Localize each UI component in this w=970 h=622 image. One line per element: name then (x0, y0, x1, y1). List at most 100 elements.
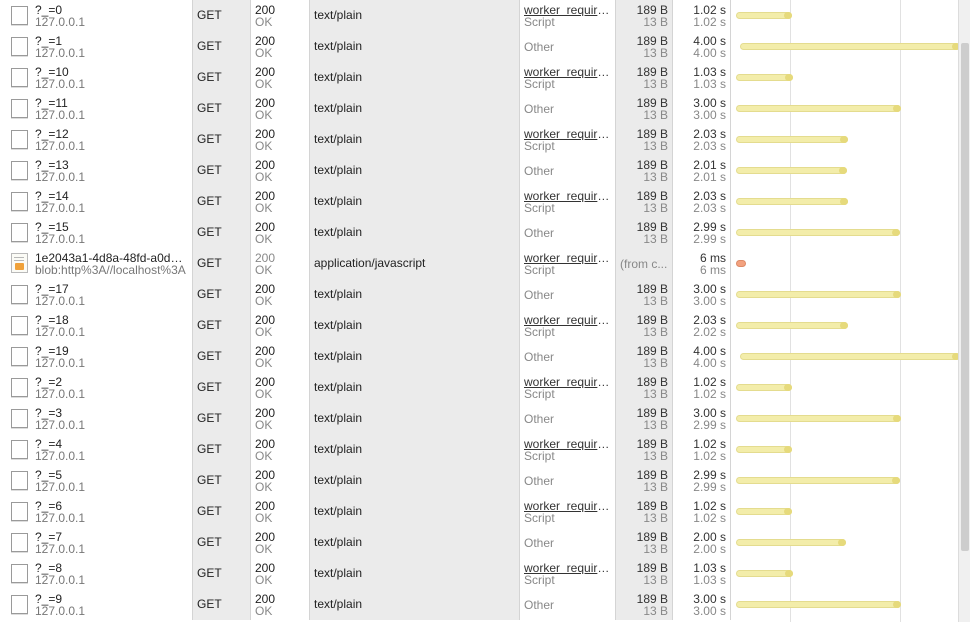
name-cell[interactable]: ?_=8 127.0.0.1 (0, 558, 192, 589)
table-row[interactable]: ?_=1 127.0.0.1 GET 200 OK text/plain Other 189 … (0, 31, 958, 62)
name-cell[interactable]: ?_=17 127.0.0.1 (0, 279, 192, 310)
status-cell: 200 OK (250, 310, 309, 341)
file-icon (11, 595, 28, 614)
timeline-bar-end (784, 446, 792, 453)
initiator-cell: Other (519, 217, 615, 248)
scrollbar-thumb[interactable] (961, 43, 969, 551)
status-text: OK (255, 15, 273, 29)
method-cell: GET (192, 62, 250, 93)
method-cell: GET (192, 186, 250, 217)
table-row[interactable]: ?_=18 127.0.0.1 GET 200 OK text/plain worker_r… (0, 310, 958, 341)
table-row[interactable]: ?_=0 127.0.0.1 GET 200 OK text/plain worker_re… (0, 0, 958, 31)
method-cell: GET (192, 31, 250, 62)
timeline-cell (730, 496, 958, 527)
table-row[interactable]: 1e2043a1-4d8a-48fd-a0de-... blob:http%3A/… (0, 248, 958, 279)
name-cell[interactable]: ?_=13 127.0.0.1 (0, 155, 192, 186)
content-size-value: 13 B (643, 77, 668, 91)
file-icon (11, 440, 28, 459)
name-cell[interactable]: 1e2043a1-4d8a-48fd-a0de-... blob:http%3A/… (0, 248, 192, 279)
table-row[interactable]: ?_=15 127.0.0.1 GET 200 OK text/plain Other 189… (0, 217, 958, 248)
initiator-type: Script (524, 449, 555, 463)
name-cell[interactable]: ?_=10 127.0.0.1 (0, 62, 192, 93)
file-icon (11, 37, 28, 56)
initiator-cell: worker_require... Script (519, 372, 615, 403)
timeline-cell (730, 155, 958, 186)
name-cell[interactable]: ?_=18 127.0.0.1 (0, 310, 192, 341)
table-row[interactable]: ?_=2 127.0.0.1 GET 200 OK text/plain worker_re… (0, 372, 958, 403)
size-cell: 189 B 13 B (615, 310, 672, 341)
table-row[interactable]: ?_=14 127.0.0.1 GET 200 OK text/plain worker_r… (0, 186, 958, 217)
table-row[interactable]: ?_=9 127.0.0.1 GET 200 OK text/plain Other 189 … (0, 589, 958, 620)
method-value: GET (197, 132, 222, 146)
time-cell: 1.02 s 1.02 s (672, 434, 730, 465)
request-domain: 127.0.0.1 (35, 202, 86, 215)
name-cell[interactable]: ?_=6 127.0.0.1 (0, 496, 192, 527)
name-cell[interactable]: ?_=11 127.0.0.1 (0, 93, 192, 124)
content-size-value: 13 B (643, 170, 668, 184)
type-cell: text/plain (309, 589, 519, 620)
table-row[interactable]: ?_=3 127.0.0.1 GET 200 OK text/plain Other 189 … (0, 403, 958, 434)
request-domain: 127.0.0.1 (35, 419, 86, 432)
table-row[interactable]: ?_=19 127.0.0.1 GET 200 OK text/plain Other 189… (0, 341, 958, 372)
table-row[interactable]: ?_=13 127.0.0.1 GET 200 OK text/plain Other 189… (0, 155, 958, 186)
method-cell: GET (192, 403, 250, 434)
size-cell: 189 B 13 B (615, 589, 672, 620)
content-size-value: 13 B (643, 294, 668, 308)
initiator-cell: worker_require... Script (519, 186, 615, 217)
request-domain: 127.0.0.1 (35, 326, 86, 339)
mime-type: text/plain (314, 442, 363, 456)
latency-value: 1.03 s (693, 77, 726, 91)
name-cell[interactable]: ?_=7 127.0.0.1 (0, 527, 192, 558)
timeline-bar (736, 229, 900, 236)
table-row[interactable]: ?_=5 127.0.0.1 GET 200 OK text/plain Other 189 … (0, 465, 958, 496)
type-cell: text/plain (309, 496, 519, 527)
table-row[interactable]: ?_=11 127.0.0.1 GET 200 OK text/plain Other 189… (0, 93, 958, 124)
file-icon (11, 564, 28, 583)
content-size-value: 13 B (643, 232, 668, 246)
name-cell[interactable]: ?_=5 127.0.0.1 (0, 465, 192, 496)
timeline-bar (736, 74, 793, 81)
name-cell[interactable]: ?_=12 127.0.0.1 (0, 124, 192, 155)
method-value: GET (197, 597, 222, 611)
time-cell: 2.99 s 2.99 s (672, 217, 730, 248)
method-value: GET (197, 256, 222, 270)
table-row[interactable]: ?_=4 127.0.0.1 GET 200 OK text/plain worker_re… (0, 434, 958, 465)
name-cell[interactable]: ?_=14 127.0.0.1 (0, 186, 192, 217)
type-cell: text/plain (309, 465, 519, 496)
table-row[interactable]: ?_=7 127.0.0.1 GET 200 OK text/plain Other 189 … (0, 527, 958, 558)
name-cell[interactable]: ?_=4 127.0.0.1 (0, 434, 192, 465)
name-cell[interactable]: ?_=9 127.0.0.1 (0, 589, 192, 620)
timeline-cell (730, 124, 958, 155)
timeline-cell (730, 403, 958, 434)
name-cell[interactable]: ?_=1 127.0.0.1 (0, 31, 192, 62)
name-cell[interactable]: ?_=0 127.0.0.1 (0, 0, 192, 31)
initiator-cell: worker_require... Script (519, 558, 615, 589)
time-cell: 1.02 s 1.02 s (672, 0, 730, 31)
content-size-value: 13 B (643, 387, 668, 401)
initiator-label: Other (524, 288, 555, 302)
timeline-bar (736, 539, 846, 546)
vertical-scrollbar[interactable] (958, 0, 970, 622)
table-row[interactable]: ?_=10 127.0.0.1 GET 200 OK text/plain worker_r… (0, 62, 958, 93)
initiator-cell: worker_require... Script (519, 496, 615, 527)
type-cell: text/plain (309, 124, 519, 155)
name-cell[interactable]: ?_=19 127.0.0.1 (0, 341, 192, 372)
latency-value: 6 ms (699, 263, 726, 277)
table-row[interactable]: ?_=12 127.0.0.1 GET 200 OK text/plain worker_r… (0, 124, 958, 155)
latency-value: 2.99 s (693, 232, 726, 246)
method-cell: GET (192, 155, 250, 186)
initiator-label: Other (524, 226, 555, 240)
table-row[interactable]: ?_=8 127.0.0.1 GET 200 OK text/plain worker_re… (0, 558, 958, 589)
table-row[interactable]: ?_=17 127.0.0.1 GET 200 OK text/plain Other 189… (0, 279, 958, 310)
timeline-cell (730, 31, 958, 62)
timeline-bar (736, 167, 847, 174)
type-cell: text/plain (309, 558, 519, 589)
js-file-icon (11, 253, 28, 273)
name-cell[interactable]: ?_=3 127.0.0.1 (0, 403, 192, 434)
timeline-bar (736, 415, 901, 422)
mime-type: text/plain (314, 380, 363, 394)
timeline-bar-end (892, 477, 900, 484)
name-cell[interactable]: ?_=15 127.0.0.1 (0, 217, 192, 248)
table-row[interactable]: ?_=6 127.0.0.1 GET 200 OK text/plain worker_re… (0, 496, 958, 527)
name-cell[interactable]: ?_=2 127.0.0.1 (0, 372, 192, 403)
